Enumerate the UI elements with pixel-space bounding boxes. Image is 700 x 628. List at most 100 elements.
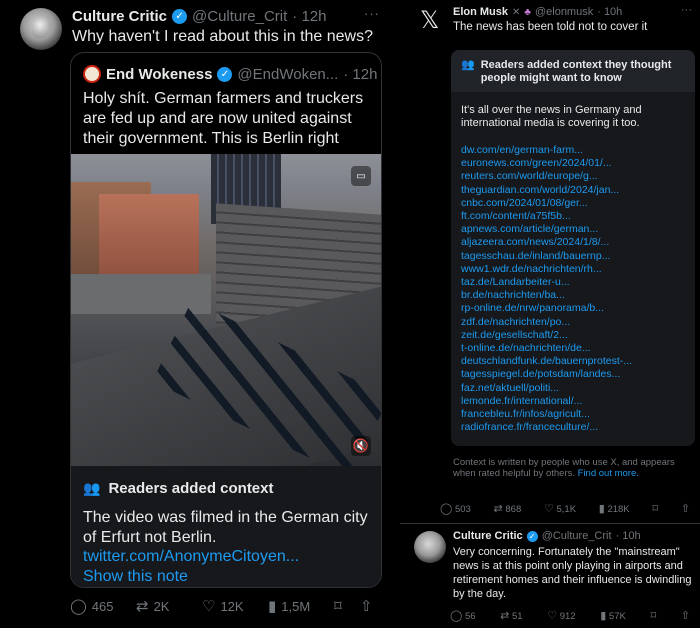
bookmark-button[interactable]: ⌑ (652, 502, 658, 515)
like-count: 12K (220, 598, 244, 614)
video-player[interactable]: ▭ 🔇 (71, 154, 381, 466)
like-button[interactable]: ♡ 5,1K (544, 502, 576, 515)
affiliate-badge-icon: ♣ (524, 6, 531, 18)
source-link[interactable]: theguardian.com/world/2024/jan... (461, 184, 687, 197)
tweet-time[interactable]: · 10h (616, 530, 641, 542)
source-link[interactable]: francebleu.fr/infos/agricult... (461, 408, 687, 421)
bookmark-button[interactable]: ⌑ (334, 597, 360, 615)
repost-button[interactable]: ⇄ 868 (494, 502, 522, 515)
mute-icon[interactable]: 🔇 (351, 436, 371, 456)
repost-icon: ⇄ (500, 609, 510, 622)
quoted-tweet[interactable]: End Wokeness ✓ @EndWoken... · 12h Holy s… (70, 52, 382, 588)
repost-icon: ⇄ (493, 502, 503, 515)
views-button[interactable]: ▮ 57K (600, 609, 626, 622)
author-handle[interactable]: @Culture_Crit (542, 530, 612, 542)
source-link[interactable]: apnews.com/article/german... (461, 223, 687, 236)
repost-button[interactable]: ⇄ 2K (136, 597, 202, 615)
share-icon: ⇧ (360, 598, 373, 615)
left-tweet-panel: Culture Critic ✓ @Culture_Crit · 12h ···… (0, 0, 400, 628)
share-button[interactable]: ⇧ (681, 609, 690, 622)
view-count: 57K (608, 610, 626, 622)
x-logo-icon[interactable]: 𝕏 (420, 6, 442, 34)
reply-button[interactable]: ◯ 465 (70, 597, 136, 615)
source-link[interactable]: aljazeera.com/news/2024/1/8/... (461, 236, 687, 249)
share-icon: ⇧ (680, 502, 690, 515)
author-name[interactable]: Elon Musk (453, 6, 508, 18)
show-note-link[interactable]: Show this note (83, 568, 188, 586)
heart-icon: ♡ (202, 598, 216, 615)
share-button[interactable]: ⇧ (360, 597, 380, 615)
reply-text: Very concerning. Fortunately the "mainst… (453, 546, 692, 600)
captions-icon[interactable]: ▭ (351, 166, 371, 186)
share-button[interactable]: ⇧ (681, 502, 690, 515)
source-link[interactable]: taz.de/Landarbeiter-u... (461, 276, 687, 289)
quoted-tweet-header: End Wokeness ✓ @EndWoken... · 12h (83, 65, 377, 83)
repost-button[interactable]: ⇄ 51 (500, 609, 522, 622)
community-note-title: 👥 Readers added context they thought peo… (461, 59, 681, 85)
source-link[interactable]: tagesschau.de/inland/bauernp... (461, 250, 687, 263)
source-link[interactable]: zdf.de/nachrichten/po... (461, 316, 687, 329)
reply-header: Culture Critic ✓ @Culture_Crit · 10h (453, 530, 692, 542)
source-link[interactable]: t-online.de/nachrichten/de... (461, 342, 687, 355)
source-link[interactable]: zeit.de/gesellschaft/2... (461, 329, 687, 342)
quoted-avatar[interactable] (83, 65, 101, 83)
reply-button[interactable]: ◯ 503 (440, 502, 471, 515)
context-info-text: Context is written by people who use X, … (453, 457, 675, 479)
reply-count: 56 (464, 610, 476, 622)
source-link[interactable]: faz.net/aktuell/politi... (461, 382, 687, 395)
more-options-icon[interactable]: ··· (681, 4, 692, 16)
source-link[interactable]: deutschlandfunk.de/bauernprotest-... (461, 355, 687, 368)
verified-badge-icon: ✓ (172, 8, 188, 24)
tweet-time[interactable]: · 12h (292, 8, 326, 25)
view-count: 1,5M (281, 598, 311, 614)
views-icon: ▮ (598, 502, 605, 515)
source-link[interactable]: euronews.com/green/2024/01/... (461, 157, 687, 170)
find-out-more-link[interactable]: Find out more. (578, 468, 639, 479)
source-link[interactable]: cnbc.com/2024/01/08/ger... (461, 197, 687, 210)
context-info: Context is written by people who use X, … (453, 457, 693, 479)
source-link[interactable]: radiofrance.fr/franceculture/... (461, 421, 687, 434)
like-button[interactable]: ♡ 912 (547, 609, 575, 622)
verified-badge-icon: ✓ (526, 530, 538, 542)
avatar[interactable] (414, 531, 446, 563)
quoted-tweet-time[interactable]: · 12h (343, 66, 377, 83)
source-link[interactable]: lemonde.fr/international/... (461, 395, 687, 408)
source-link[interactable]: br.de/nachrichten/ba... (461, 289, 687, 302)
quoted-author-handle[interactable]: @EndWoken... (237, 66, 338, 83)
reply-count: 503 (454, 503, 471, 515)
author-handle[interactable]: @elonmusk (535, 6, 593, 18)
reply-button[interactable]: ◯ 56 (450, 609, 476, 622)
community-note-link[interactable]: twitter.com/AnonymeCitoyen... (83, 548, 299, 566)
heart-icon: ♡ (547, 609, 558, 622)
bookmark-button[interactable]: ⌑ (650, 609, 656, 622)
right-tweet-panel: 𝕏 Elon Musk ✕ ♣ @elonmusk · 10h ··· The … (400, 0, 700, 628)
more-options-icon[interactable]: ··· (364, 6, 380, 21)
repost-count: 51 (512, 610, 523, 622)
source-link[interactable]: ft.com/content/a75f5b... (461, 210, 687, 223)
quoted-author-name[interactable]: End Wokeness (106, 66, 212, 83)
author-name[interactable]: Culture Critic (72, 8, 167, 25)
views-button[interactable]: ▮ 218K (599, 502, 630, 515)
like-count: 5,1K (556, 503, 577, 515)
share-icon: ⇧ (680, 609, 690, 622)
source-link[interactable]: www1.wdr.de/nachrichten/rh... (461, 263, 687, 276)
views-icon: ▮ (268, 598, 277, 615)
repost-icon: ⇄ (136, 598, 149, 615)
tweet-time[interactable]: · 10h (597, 6, 622, 18)
reply-count: 465 (91, 598, 114, 614)
verified-badge-icon: ✓ (217, 66, 233, 82)
tweet-header: Culture Critic ✓ @Culture_Crit · 12h ··· (72, 6, 380, 26)
community-note: 👥 Readers added context they thought peo… (451, 50, 695, 446)
like-button[interactable]: ♡ 12K (202, 597, 268, 615)
x-badge-icon: ✕ (512, 6, 521, 18)
source-link[interactable]: rp-online.de/nrw/panorama/b... (461, 302, 687, 315)
author-handle[interactable]: @Culture_Crit (192, 8, 287, 25)
avatar[interactable] (20, 8, 62, 50)
community-note-title-text: Readers added context they thought peopl… (480, 59, 672, 84)
author-name[interactable]: Culture Critic (453, 530, 523, 542)
source-link[interactable]: reuters.com/world/europe/g... (461, 170, 687, 183)
reply-icon: ◯ (70, 598, 87, 615)
source-link[interactable]: tagesspiegel.de/potsdam/landes... (461, 368, 687, 381)
views-button[interactable]: ▮ 1,5M (268, 597, 334, 615)
source-link[interactable]: dw.com/en/german-farm... (461, 144, 687, 157)
